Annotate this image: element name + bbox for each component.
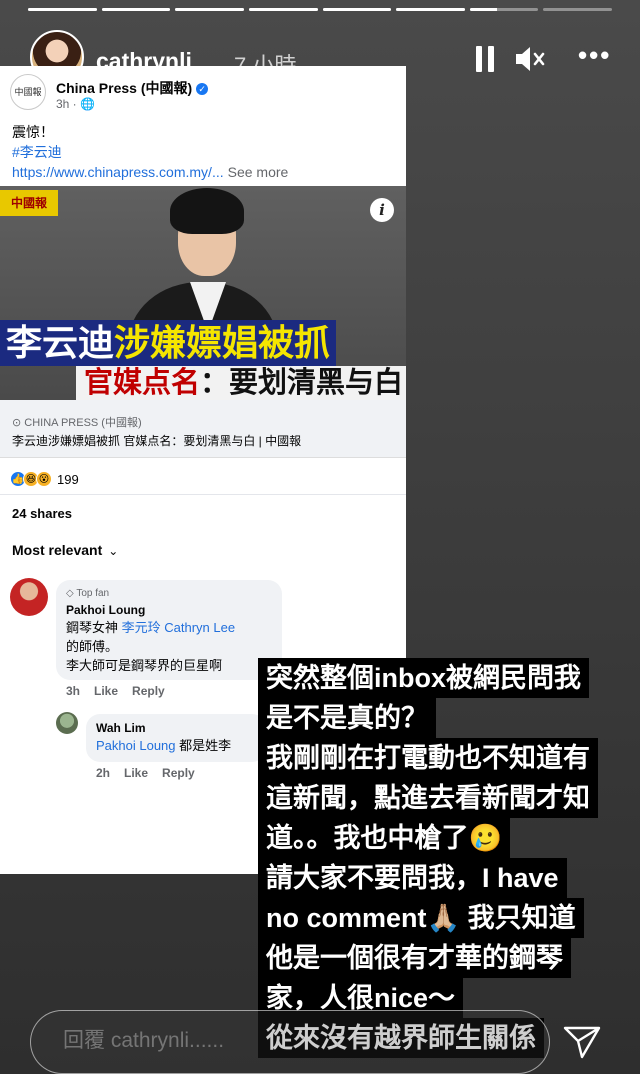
caption-line: 他是一個很有才華的鋼琴 <box>258 938 571 978</box>
post-hashtag[interactable]: #李云迪 <box>12 142 288 162</box>
comment-reply-button[interactable]: Reply <box>162 766 195 780</box>
comment-bubble: ◇ Top fan Pakhoi Loung 鋼琴女神 李元玲 Cathryn … <box>56 580 282 680</box>
comment-time: 3h <box>66 684 81 698</box>
image-logo: 中國報 <box>0 190 58 216</box>
more-options-icon[interactable]: ••• <box>578 42 614 74</box>
speaker-muted-icon[interactable] <box>514 44 546 74</box>
post-text-line: 震惊！ <box>12 124 54 140</box>
reply-input[interactable] <box>63 1029 363 1053</box>
comment-text: 的師傅。 <box>66 639 119 654</box>
commenter-name[interactable]: Wah Lim <box>96 721 256 735</box>
comment-like-button[interactable]: Like <box>124 766 148 780</box>
commenter-avatar[interactable] <box>56 712 78 734</box>
see-more-link[interactable]: See more <box>228 164 289 180</box>
story-progress-bar <box>28 8 612 11</box>
progress-segment <box>248 8 318 11</box>
chevron-down-icon[interactable]: ⌄ <box>108 544 118 558</box>
comment-like-button[interactable]: Like <box>94 684 118 698</box>
caption-line: 是不是真的？ <box>258 698 436 738</box>
progress-segment <box>396 8 465 11</box>
diamond-icon: ◇ <box>66 588 74 599</box>
image-headline-1: 李云迪涉嫌嫖娼被抓 <box>0 320 337 366</box>
progress-segment <box>175 8 244 11</box>
progress-segment <box>101 8 171 11</box>
caption-line: no comment🙏🏼 我只知道 <box>258 898 584 938</box>
top-fan-label: Top fan <box>76 588 110 599</box>
reply-bubble: Wah Lim Pakhoi Loung 都是姓李 <box>86 714 266 762</box>
commenter-avatar[interactable] <box>10 578 48 616</box>
headline2-red: 官媒点名 <box>84 367 201 399</box>
headline-highlight: 涉嫌嫖娼被抓 <box>114 322 331 363</box>
comment-mention[interactable]: 李元玲 Cathryn Lee <box>122 620 235 635</box>
comment-mention[interactable]: Pakhoi Loung <box>96 738 176 753</box>
comment-reply-button[interactable]: Reply <box>132 684 165 698</box>
caption-line: 突然整個inbox被網民問我 <box>258 658 589 698</box>
post-text: 震惊！ #李云迪 https://www.chinapress.com.my/.… <box>12 122 288 182</box>
page-name-text[interactable]: China Press (中國報) <box>56 80 192 96</box>
pause-icon[interactable] <box>476 46 496 72</box>
shares-count[interactable]: 24 shares <box>12 506 72 521</box>
post-link[interactable]: https://www.chinapress.com.my/... <box>12 164 224 180</box>
wow-reaction-icon: 😮 <box>36 471 52 487</box>
caption-line: 道。。我也中槍了🥲 <box>258 818 511 858</box>
headline2-rest: ：要划清黑与白 <box>200 367 404 399</box>
link-title: 李云迪涉嫌嫖娼被抓 官媒点名：要划清黑与白 | 中國報 <box>12 434 302 448</box>
story-viewer: cathrynli 7 小時 ••• 中國報 China Press (中國報)… <box>0 0 640 1074</box>
reply-bar[interactable] <box>30 1010 550 1074</box>
link-preview[interactable]: ⊙ CHINA PRESS (中國報) 李云迪涉嫌嫖娼被抓 官媒点名：要划清黑与… <box>0 400 406 458</box>
comment-text-line: 鋼琴女神 李元玲 Cathryn Lee <box>66 619 272 636</box>
progress-segment <box>322 8 392 11</box>
caption-line: 我剛剛在打電動也不知道有 <box>258 738 598 778</box>
reaction-count: 199 <box>57 471 79 487</box>
reactions-summary[interactable]: 👍 😆 😮 199 <box>10 468 79 490</box>
comment-text: 都是姓李 <box>179 738 232 753</box>
paper-plane-icon[interactable] <box>562 1024 602 1060</box>
comment-sort-dropdown[interactable]: Most relevant ⌄ <box>12 542 118 558</box>
post-time: 3h · 🌐 <box>56 97 95 111</box>
caption-line: 請大家不要問我，I have <box>258 858 567 898</box>
post-image[interactable]: 中國報 i 李云迪涉嫌嫖娼被抓 官媒点名：要划清黑与白 <box>0 186 406 400</box>
sort-label[interactable]: Most relevant <box>12 542 102 558</box>
link-source: ⊙ CHINA PRESS (中國報) <box>12 417 142 429</box>
comment-actions: 3h Like Reply <box>66 684 179 698</box>
caption-line: 這新聞，點進去看新聞才知 <box>258 778 598 818</box>
headline-name: 李云迪 <box>6 322 115 363</box>
link-source-text: CHINA PRESS (中國報) <box>24 417 142 429</box>
top-fan-badge: ◇ Top fan <box>66 588 272 599</box>
commenter-name[interactable]: Pakhoi Loung <box>66 603 272 617</box>
info-icon[interactable]: i <box>370 198 394 222</box>
comment-text-line: Pakhoi Loung 都是姓李 <box>96 737 256 754</box>
progress-segment <box>543 8 612 11</box>
page-name[interactable]: China Press (中國報) ✓ <box>56 78 209 98</box>
globe-icon: 🌐 <box>80 97 95 111</box>
progress-segment <box>28 8 97 11</box>
comment-text: 李大師可是鋼琴界的巨星啊 <box>66 658 223 673</box>
progress-segment <box>469 8 539 11</box>
comment-time: 2h <box>96 766 111 780</box>
post-time-text: 3h · <box>56 97 77 111</box>
image-headline-2: 官媒点名：要划清黑与白 <box>76 366 406 400</box>
verified-icon: ✓ <box>196 83 209 95</box>
story-caption: 突然整個inbox被網民問我 是不是真的？ 我剛剛在打電動也不知道有 這新聞，點進去看… <box>258 658 638 1058</box>
page-logo[interactable]: 中國報 <box>10 74 46 110</box>
comment-text: 鋼琴女神 <box>66 620 119 635</box>
divider <box>0 494 406 495</box>
comment-actions: 2h Like Reply <box>96 766 209 780</box>
